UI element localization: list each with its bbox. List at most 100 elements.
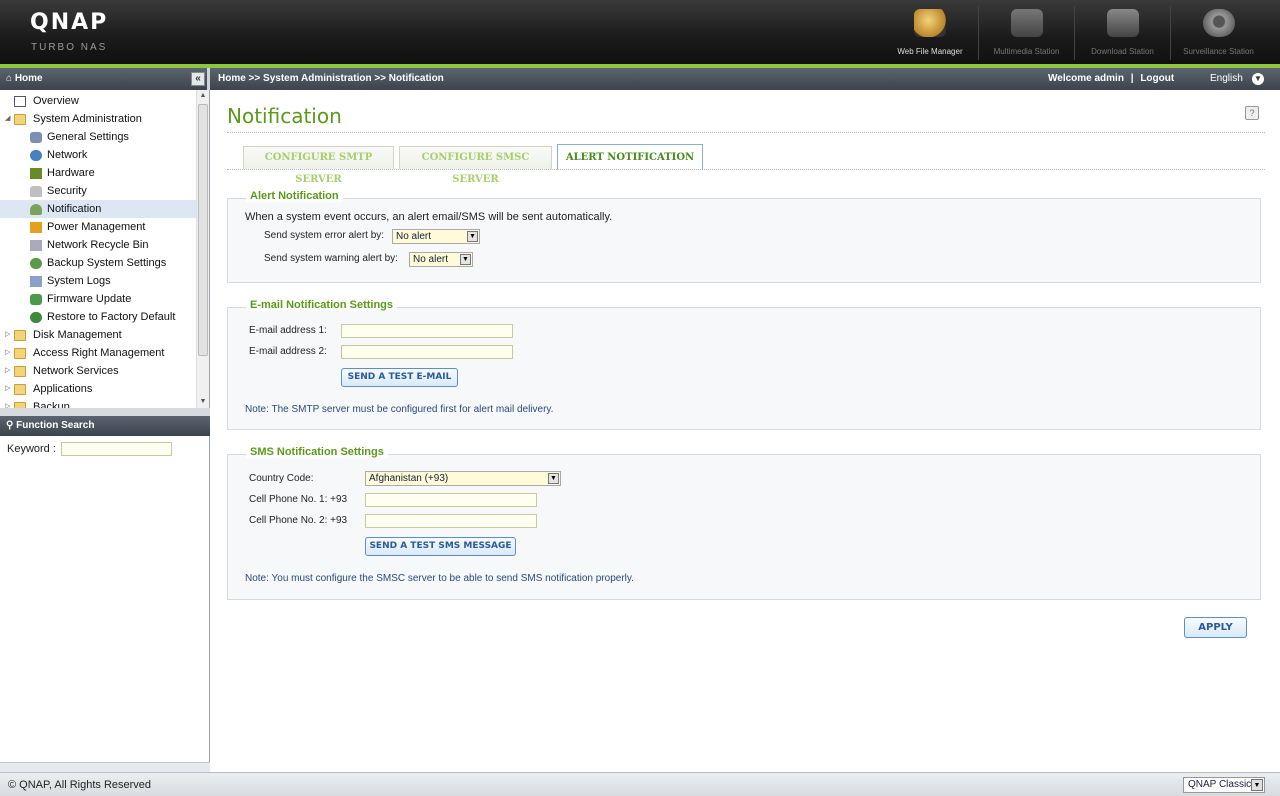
sidebar-bottom-bar: [0, 762, 210, 772]
panel-divider[interactable]: [0, 408, 210, 416]
copyright-text: © QNAP, All Rights Reserved: [8, 779, 152, 791]
tree-item-overview[interactable]: Overview: [0, 92, 196, 110]
error-alert-label: Send system error alert by:: [264, 230, 385, 241]
security-icon: [30, 186, 42, 197]
keyword-input[interactable]: [61, 442, 172, 456]
overview-icon: [14, 96, 26, 107]
tree-item-power-management[interactable]: Power Management: [0, 218, 196, 236]
tree-item-system-logs[interactable]: System Logs: [0, 272, 196, 290]
tree-item-general-settings[interactable]: General Settings: [0, 128, 196, 146]
multimedia-station-icon: [1010, 9, 1043, 37]
separator: |: [1130, 73, 1134, 84]
cell-phone-1-input[interactable]: [365, 493, 537, 507]
app-window: QNAP TURBO NAS Web File Manager Multimed…: [0, 0, 1280, 796]
collapsed-triangle-icon[interactable]: ▷: [5, 344, 13, 362]
email-note: Note: The SMTP server must be configured…: [245, 404, 554, 415]
brand-logo[interactable]: QNAP: [30, 10, 108, 35]
tree-item-label: Applications: [33, 383, 93, 395]
tree-item-label: Notification: [47, 203, 102, 215]
country-code-label: Country Code:: [249, 473, 314, 484]
function-search-header: ⚲ Function Search: [0, 416, 210, 436]
collapsed-triangle-icon[interactable]: ▷: [5, 398, 13, 408]
network-icon: [30, 150, 42, 161]
firmware-icon: [30, 294, 42, 305]
divider: [227, 132, 1265, 133]
email-address-2-input[interactable]: [341, 345, 513, 359]
language-selector[interactable]: English: [1210, 68, 1243, 90]
send-test-sms-button[interactable]: SEND A TEST SMS MESSAGE: [365, 537, 516, 556]
scroll-up-arrow-icon[interactable]: ▲: [197, 90, 209, 102]
tree-item-applications[interactable]: ▷ Applications: [0, 380, 196, 398]
email-address-1-label: E-mail address 1:: [249, 325, 327, 336]
shortcut-label: Download Station: [1091, 47, 1154, 56]
alert-notification-section: Alert Notification When a system event o…: [227, 190, 1261, 283]
tree-item-restore-factory-default[interactable]: Restore to Factory Default: [0, 308, 196, 326]
tree-item-disk-management[interactable]: ▷ Disk Management: [0, 326, 196, 344]
logout-link[interactable]: Logout: [1140, 73, 1174, 84]
error-alert-select[interactable]: No alert ▼: [392, 229, 480, 244]
section-legend: Alert Notification: [246, 190, 343, 202]
sms-note: Note: You must configure the SMSC server…: [245, 573, 634, 584]
tree-item-label: Backup System Settings: [47, 257, 167, 269]
collapsed-triangle-icon[interactable]: ▷: [5, 362, 13, 380]
tree-item-backup-system-settings[interactable]: Backup System Settings: [0, 254, 196, 272]
shortcut-label: Multimedia Station: [993, 47, 1060, 56]
apply-button[interactable]: APPLY: [1184, 617, 1247, 638]
help-icon[interactable]: ?: [1245, 106, 1259, 120]
tree-item-label: Network: [47, 149, 88, 161]
page-title: Notification: [227, 104, 342, 128]
tree-item-notification[interactable]: Notification: [0, 200, 196, 218]
chevron-down-icon[interactable]: ▼: [460, 254, 471, 265]
folder-icon: [14, 384, 26, 395]
recycle-bin-icon: [30, 240, 42, 251]
chevron-down-icon[interactable]: ▼: [1251, 779, 1263, 791]
tree-item-label: Power Management: [47, 221, 146, 233]
chevron-down-icon[interactable]: ▼: [467, 231, 478, 242]
tree-item-system-administration[interactable]: ◢ System Administration: [0, 110, 196, 128]
tree-item-network-recycle-bin[interactable]: Network Recycle Bin: [0, 236, 196, 254]
tree-item-backup[interactable]: ▷ Backup: [0, 398, 196, 408]
shortcut-download-station[interactable]: Download Station: [1074, 6, 1170, 60]
section-legend: E-mail Notification Settings: [246, 299, 398, 311]
tree-item-network-services[interactable]: ▷ Network Services: [0, 362, 196, 380]
tree-item-access-right-management[interactable]: ▷ Access Right Management: [0, 344, 196, 362]
tab-alert-notification[interactable]: ALERT NOTIFICATION: [557, 144, 703, 170]
collapse-sidebar-button[interactable]: «: [191, 72, 205, 86]
folder-icon: [14, 330, 26, 341]
tree-item-hardware[interactable]: Hardware: [0, 164, 196, 182]
navigation-tree: Overview ◢ System Administration General…: [0, 90, 196, 408]
tree-item-network[interactable]: Network: [0, 146, 196, 164]
scrollbar-thumb[interactable]: [198, 104, 208, 356]
tree-item-firmware-update[interactable]: Firmware Update: [0, 290, 196, 308]
shortcut-label: Surveillance Station: [1183, 47, 1254, 56]
tab-configure-smtp-server[interactable]: CONFIGURE SMTP SERVER: [243, 146, 394, 185]
tree-item-label: Disk Management: [33, 329, 122, 341]
breadcrumb: Home >> System Administration >> Notific…: [218, 73, 444, 84]
tree-scrollbar[interactable]: ▲ ▼: [196, 90, 209, 408]
chevron-down-icon[interactable]: ▼: [548, 473, 559, 484]
folder-open-icon: [14, 114, 26, 125]
tree-item-label: System Logs: [47, 275, 111, 287]
warning-alert-select[interactable]: No alert ▼: [409, 252, 473, 267]
shortcut-surveillance-station[interactable]: Surveillance Station: [1170, 6, 1266, 60]
warning-alert-label: Send system warning alert by:: [264, 253, 398, 264]
shortcut-web-file-manager[interactable]: Web File Manager: [882, 6, 978, 60]
collapsed-triangle-icon[interactable]: ▷: [5, 326, 13, 344]
chevron-down-icon[interactable]: ▼: [1252, 73, 1264, 85]
tree-item-label: Network Services: [33, 365, 119, 377]
collapsed-triangle-icon[interactable]: ▷: [5, 380, 13, 398]
folder-icon: [14, 348, 26, 359]
home-tab[interactable]: ⌂ Home «: [0, 68, 210, 90]
cell-phone-2-input[interactable]: [365, 514, 537, 528]
send-test-email-button[interactable]: SEND A TEST E-MAIL: [341, 368, 458, 387]
tree-item-label: Network Recycle Bin: [47, 239, 149, 251]
tab-configure-smsc-server[interactable]: CONFIGURE SMSC SERVER: [399, 146, 552, 185]
expanded-triangle-icon[interactable]: ◢: [5, 110, 13, 128]
email-address-1-input[interactable]: [341, 324, 513, 338]
country-code-select[interactable]: Afghanistan (+93) ▼: [365, 471, 561, 486]
tree-item-security[interactable]: Security: [0, 182, 196, 200]
welcome-area: Welcome admin | Logout: [1048, 68, 1174, 90]
theme-select[interactable]: QNAP Classic ▼: [1183, 777, 1265, 793]
shortcut-multimedia-station[interactable]: Multimedia Station: [978, 6, 1074, 60]
scroll-down-arrow-icon[interactable]: ▼: [197, 396, 209, 408]
